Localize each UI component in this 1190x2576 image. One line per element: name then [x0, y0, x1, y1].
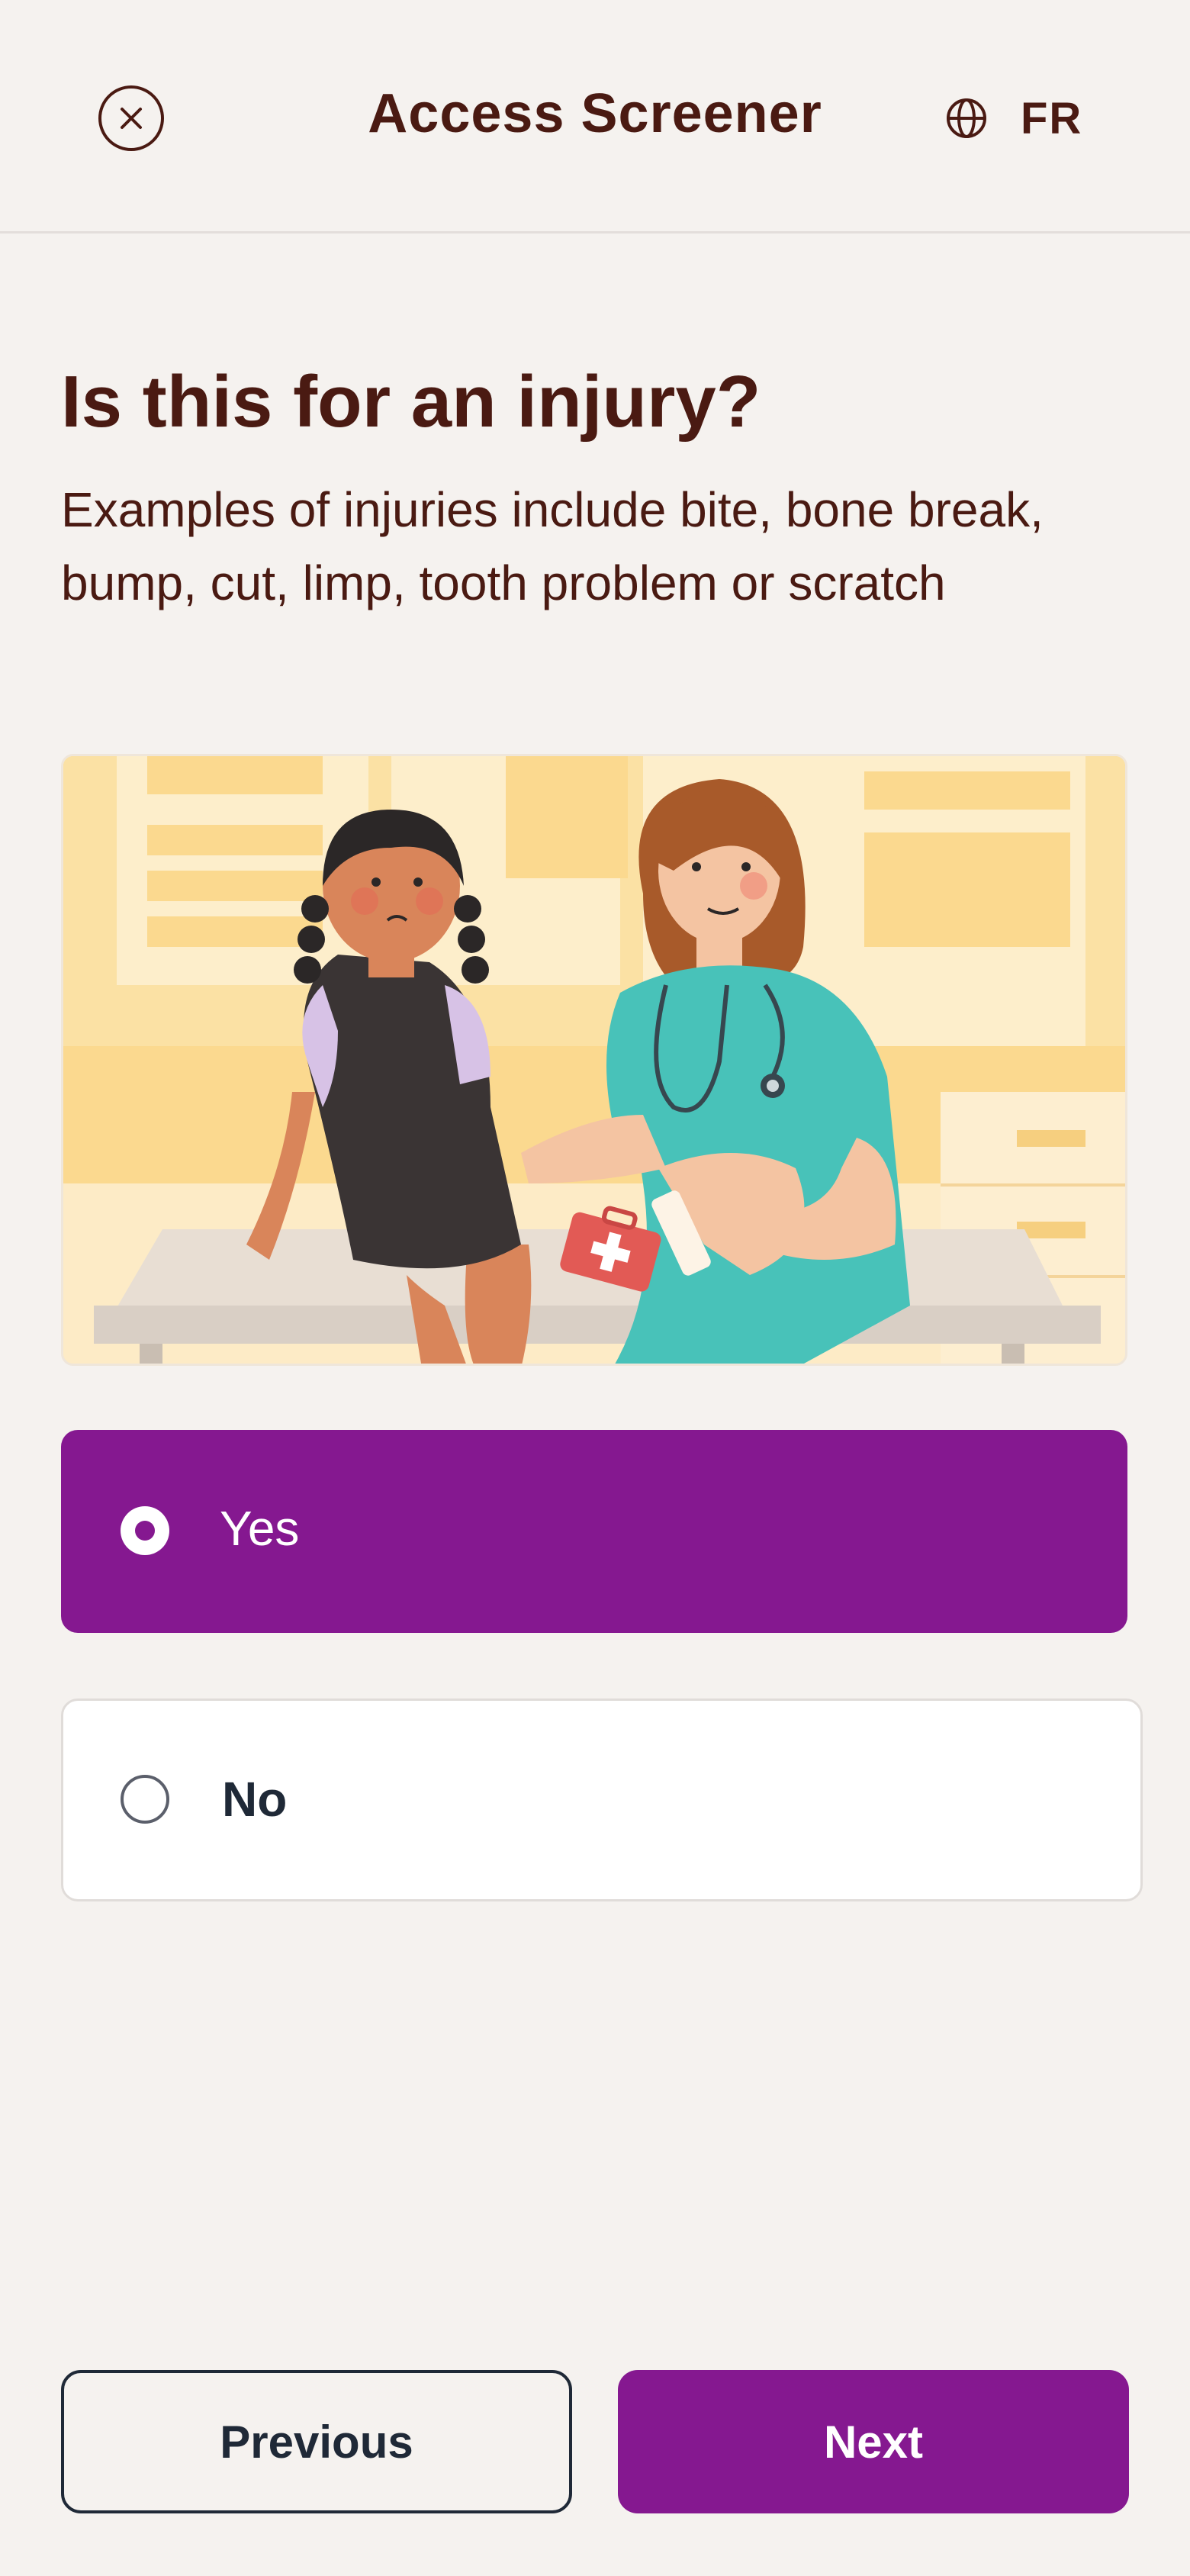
option-yes-label: Yes — [220, 1501, 300, 1556]
app-header: Access Screener FR — [0, 0, 1190, 233]
injury-illustration — [61, 754, 1127, 1366]
option-no[interactable]: No — [61, 1699, 1143, 1901]
next-button[interactable]: Next — [618, 2370, 1129, 2513]
language-label: FR — [1021, 93, 1083, 143]
question-title: Is this for an injury? — [61, 361, 761, 443]
previous-button[interactable]: Previous — [61, 2370, 572, 2513]
radio-selected-icon[interactable] — [121, 1506, 169, 1555]
option-yes[interactable]: Yes — [61, 1430, 1127, 1633]
language-toggle[interactable]: FR — [944, 92, 1082, 145]
globe-icon — [947, 98, 986, 138]
option-no-label: No — [222, 1772, 288, 1827]
radio-unselected-icon[interactable] — [121, 1775, 169, 1824]
question-description: Examples of injuries include bite, bone … — [61, 482, 1044, 610]
